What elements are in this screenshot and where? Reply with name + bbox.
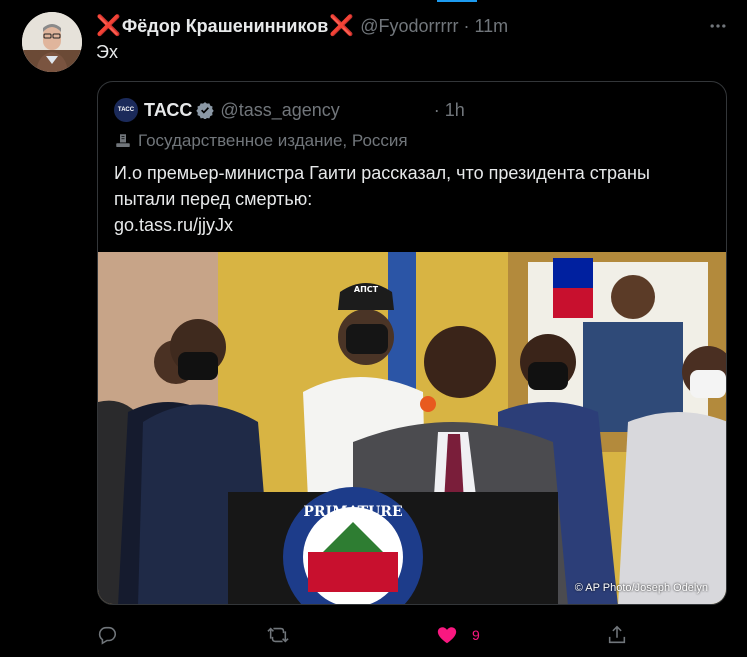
author-name[interactable]: Фёдор Крашенинников: [122, 16, 328, 37]
avatar-image: [22, 12, 82, 72]
tweet-header: ❌ Фёдор Крашенинников ❌ @Fyodorrrrr · 11…: [96, 14, 508, 38]
photo-credit: © AP Photo/Joseph Odelyn: [574, 582, 708, 594]
press-conference-photo: PRIMATURE АПСТ: [98, 252, 726, 604]
quoted-tweet-text: И.о премьер-министра Гаити рассказал, чт…: [114, 160, 704, 238]
tweet-text: Эх: [96, 42, 118, 62]
more-options-button[interactable]: [705, 14, 731, 38]
separator-dot: ·: [433, 99, 440, 120]
red-x-icon: ❌: [329, 15, 355, 37]
quoted-author-handle[interactable]: @tass_agency: [220, 100, 339, 121]
state-media-label[interactable]: Государственное издание, Россия: [114, 130, 408, 152]
heart-icon: [437, 627, 457, 644]
tweet-actions: 9: [96, 620, 636, 650]
retweet-icon: [267, 627, 289, 643]
state-media-label-text: Государственное издание, Россия: [138, 131, 408, 150]
tass-logo[interactable]: ТАСС: [114, 98, 138, 122]
red-x-icon: ❌: [96, 15, 121, 37]
retweet-button[interactable]: [266, 624, 290, 646]
quoted-tweet[interactable]: ТАСС ТАСС @tass_agency · 1h Государствен…: [97, 81, 727, 605]
like-button[interactable]: 9: [436, 624, 480, 646]
podium-text: PRIMATURE: [303, 504, 402, 520]
more-icon: [710, 24, 726, 28]
verified-badge-icon: [196, 101, 215, 119]
share-button[interactable]: [606, 624, 628, 646]
reply-button[interactable]: [96, 624, 118, 646]
government-building-icon: [114, 132, 132, 150]
quoted-text-line-2: пытали перед смертью:: [114, 189, 313, 209]
author-avatar[interactable]: [22, 12, 82, 72]
quoted-text-line-1: И.о премьер-министра Гаити рассказал, чт…: [114, 163, 650, 183]
like-count: 9: [472, 627, 480, 643]
reply-icon: [98, 626, 117, 645]
share-icon: [608, 625, 626, 644]
top-accent-line: [437, 0, 477, 2]
quoted-tweet-header: ТАСС ТАСС @tass_agency · 1h: [114, 98, 465, 122]
cap-text: АПСТ: [354, 285, 379, 294]
quoted-author-name[interactable]: ТАСС: [144, 100, 192, 121]
tweet-timestamp[interactable]: 11m: [474, 16, 508, 37]
quoted-tweet-link[interactable]: go.tass.ru/jjyJx: [114, 212, 704, 238]
quoted-timestamp[interactable]: 1h: [445, 100, 465, 121]
separator-dot: ·: [463, 15, 470, 36]
quoted-tweet-photo[interactable]: PRIMATURE АПСТ © AP Photo/Joseph Odelyn: [98, 252, 726, 604]
author-handle[interactable]: @Fyodorrrrr: [360, 16, 458, 37]
